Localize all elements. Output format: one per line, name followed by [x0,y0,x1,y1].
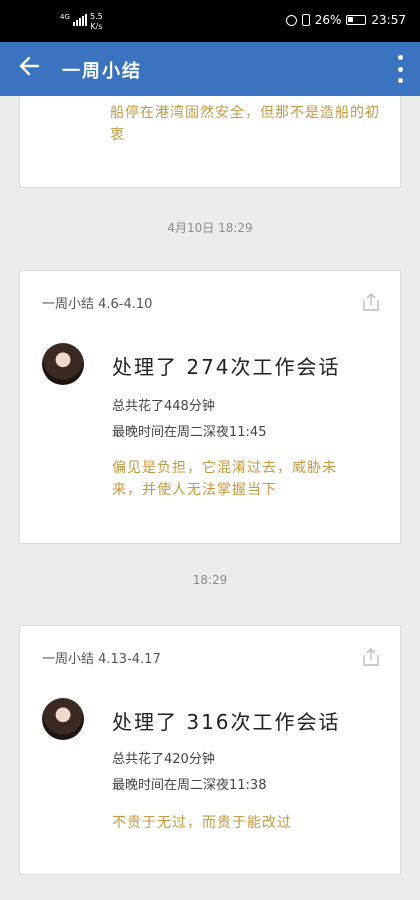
page-title: 一周小结 [62,61,142,82]
card-header: 一周小结 4.13-4.17 [42,652,161,667]
total-time: 总共花了420分钟 [112,752,215,767]
summary-card-previous: 船停在港湾固然安全，但那不是造船的初衷 [19,96,401,188]
card-header: 一周小结 4.6-4.10 [42,297,153,312]
summary-card[interactable]: 一周小结 4.6-4.10 处理了 274次工作会话 总共花了448分钟 最晚时… [19,270,401,544]
signal-icon [73,14,87,26]
session-headline: 处理了 316次工作会话 [112,710,341,734]
quote-text: 船停在港湾固然安全，但那不是造船的初衷 [110,105,380,143]
quote-text: 不贵于无过，而贵于能改过 [112,815,292,831]
time-separator: 18:29 [192,573,228,587]
share-icon[interactable] [362,293,380,311]
summary-card[interactable]: 一周小结 4.13-4.17 处理了 316次工作会话 总共花了420分钟 最晚… [19,625,401,875]
back-arrow-icon[interactable] [14,54,44,84]
more-vert-icon[interactable] [394,55,406,83]
session-headline: 处理了 274次工作会话 [112,355,341,379]
time-separator: 4月10日 18:29 [167,221,253,235]
network-type: 4G [60,13,70,21]
status-bar: 4G 5.5 K/s 26% 23:57 [0,0,420,42]
battery-icon [346,15,367,25]
avatar [42,343,84,385]
app-bar: 一周小结 [0,42,420,96]
network-speed: 5.5 K/s [90,12,103,31]
total-time: 总共花了448分钟 [112,399,215,414]
battery-percent: 26% [314,13,342,27]
avatar [42,698,84,740]
alarm-icon [285,14,297,26]
vibrate-icon [301,14,310,26]
latest-time: 最晚时间在周二深夜11:45 [112,425,267,440]
quote-text: 偏见是负担，它混淆过去，威胁未来，并使人无法掌握当下 [112,460,337,498]
share-icon[interactable] [362,648,380,666]
latest-time: 最晚时间在周二深夜11:38 [112,778,267,793]
clock: 23:57 [371,13,406,27]
